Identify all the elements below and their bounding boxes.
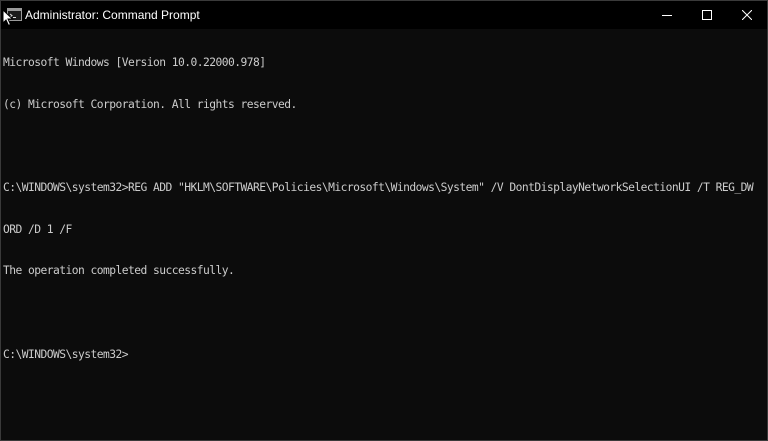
mouse-pointer-icon	[2, 8, 14, 27]
console-line: The operation completed successfully.	[3, 264, 235, 278]
vertical-scrollbar[interactable]	[758, 29, 767, 440]
console-line: (c) Microsoft Corporation. All rights re…	[3, 97, 297, 111]
maximize-icon	[702, 10, 712, 20]
minimize-icon	[662, 10, 672, 20]
minimize-button[interactable]	[647, 1, 687, 29]
console-prompt-line[interactable]: C:\WINDOWS\system32>	[3, 348, 765, 362]
title-bar[interactable]: Administrator: Command Prompt	[1, 1, 767, 29]
console-line: C:\WINDOWS\system32>REG ADD "HKLM\SOFTWA…	[3, 180, 754, 194]
maximize-button[interactable]	[687, 1, 727, 29]
close-button[interactable]	[727, 1, 767, 29]
window-title: Administrator: Command Prompt	[25, 8, 200, 22]
console-output[interactable]: Microsoft Windows [Version 10.0.22000.97…	[3, 28, 765, 438]
command-prompt-window: Administrator: Command Prompt Microsoft …	[0, 0, 768, 441]
console-line: ORD /D 1 /F	[3, 222, 72, 236]
console-line: Microsoft Windows [Version 10.0.22000.97…	[3, 55, 266, 69]
close-icon	[742, 10, 752, 20]
